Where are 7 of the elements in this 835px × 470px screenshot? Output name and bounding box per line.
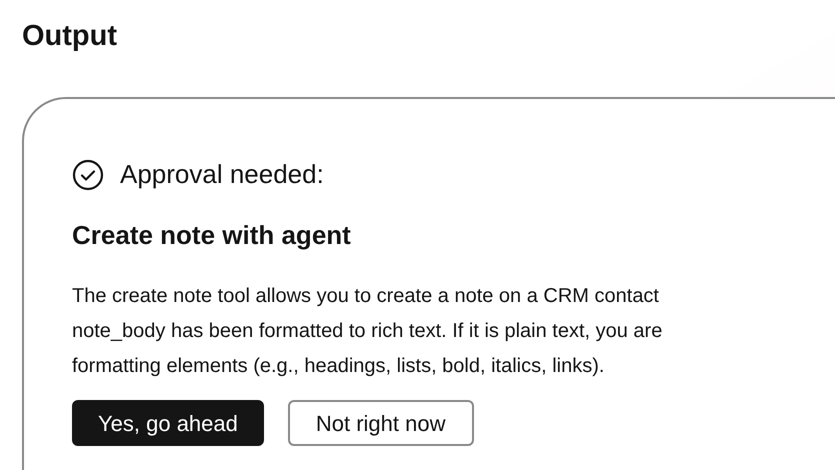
decline-button[interactable]: Not right now	[288, 400, 474, 446]
section-heading: Output	[22, 19, 118, 54]
approval-description: The create note tool allows you to create a note on a CRM contact note_body has been formatted to rich text. If it is plain text, you are formatting elements (e.g., headings, lists, bold, italics, links).	[72, 284, 662, 379]
check-circle-icon	[72, 158, 104, 190]
approval-title: Create note with agent	[72, 219, 351, 252]
approval-status: Approval needed:	[120, 158, 324, 191]
approve-button[interactable]: Yes, go ahead	[72, 400, 264, 446]
